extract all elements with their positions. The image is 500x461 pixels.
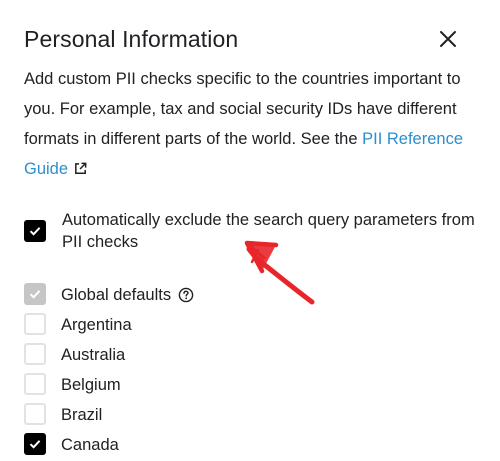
dialog-title: Personal Information: [24, 26, 239, 52]
brazil-checkbox[interactable]: [24, 403, 46, 425]
argentina-checkbox[interactable]: [24, 313, 46, 335]
global-defaults-checkbox: [24, 283, 46, 305]
exclude-query-params-checkbox[interactable]: [24, 220, 46, 242]
brazil-label: Brazil: [61, 406, 103, 424]
canada-label: Canada: [61, 436, 119, 454]
close-button[interactable]: [434, 25, 462, 53]
global-defaults-label-wrap: Global defaults: [61, 285, 194, 305]
dialog-description: Add custom PII checks specific to the co…: [24, 64, 486, 184]
check-icon: [29, 227, 41, 236]
australia-checkbox[interactable]: [24, 343, 46, 365]
global-defaults-label: Global defaults: [61, 286, 172, 304]
check-icon: [29, 290, 41, 299]
help-circle-icon[interactable]: [178, 287, 194, 303]
exclude-query-params-label: Automatically exclude the search query p…: [62, 211, 475, 251]
canada-checkbox[interactable]: [24, 433, 46, 455]
belgium-label: Belgium: [61, 376, 121, 394]
belgium-checkbox[interactable]: [24, 373, 46, 395]
argentina-label: Argentina: [61, 316, 132, 334]
external-link-icon[interactable]: [73, 161, 88, 176]
australia-label: Australia: [61, 346, 126, 364]
close-icon[interactable]: [439, 30, 457, 48]
check-icon: [29, 440, 41, 449]
